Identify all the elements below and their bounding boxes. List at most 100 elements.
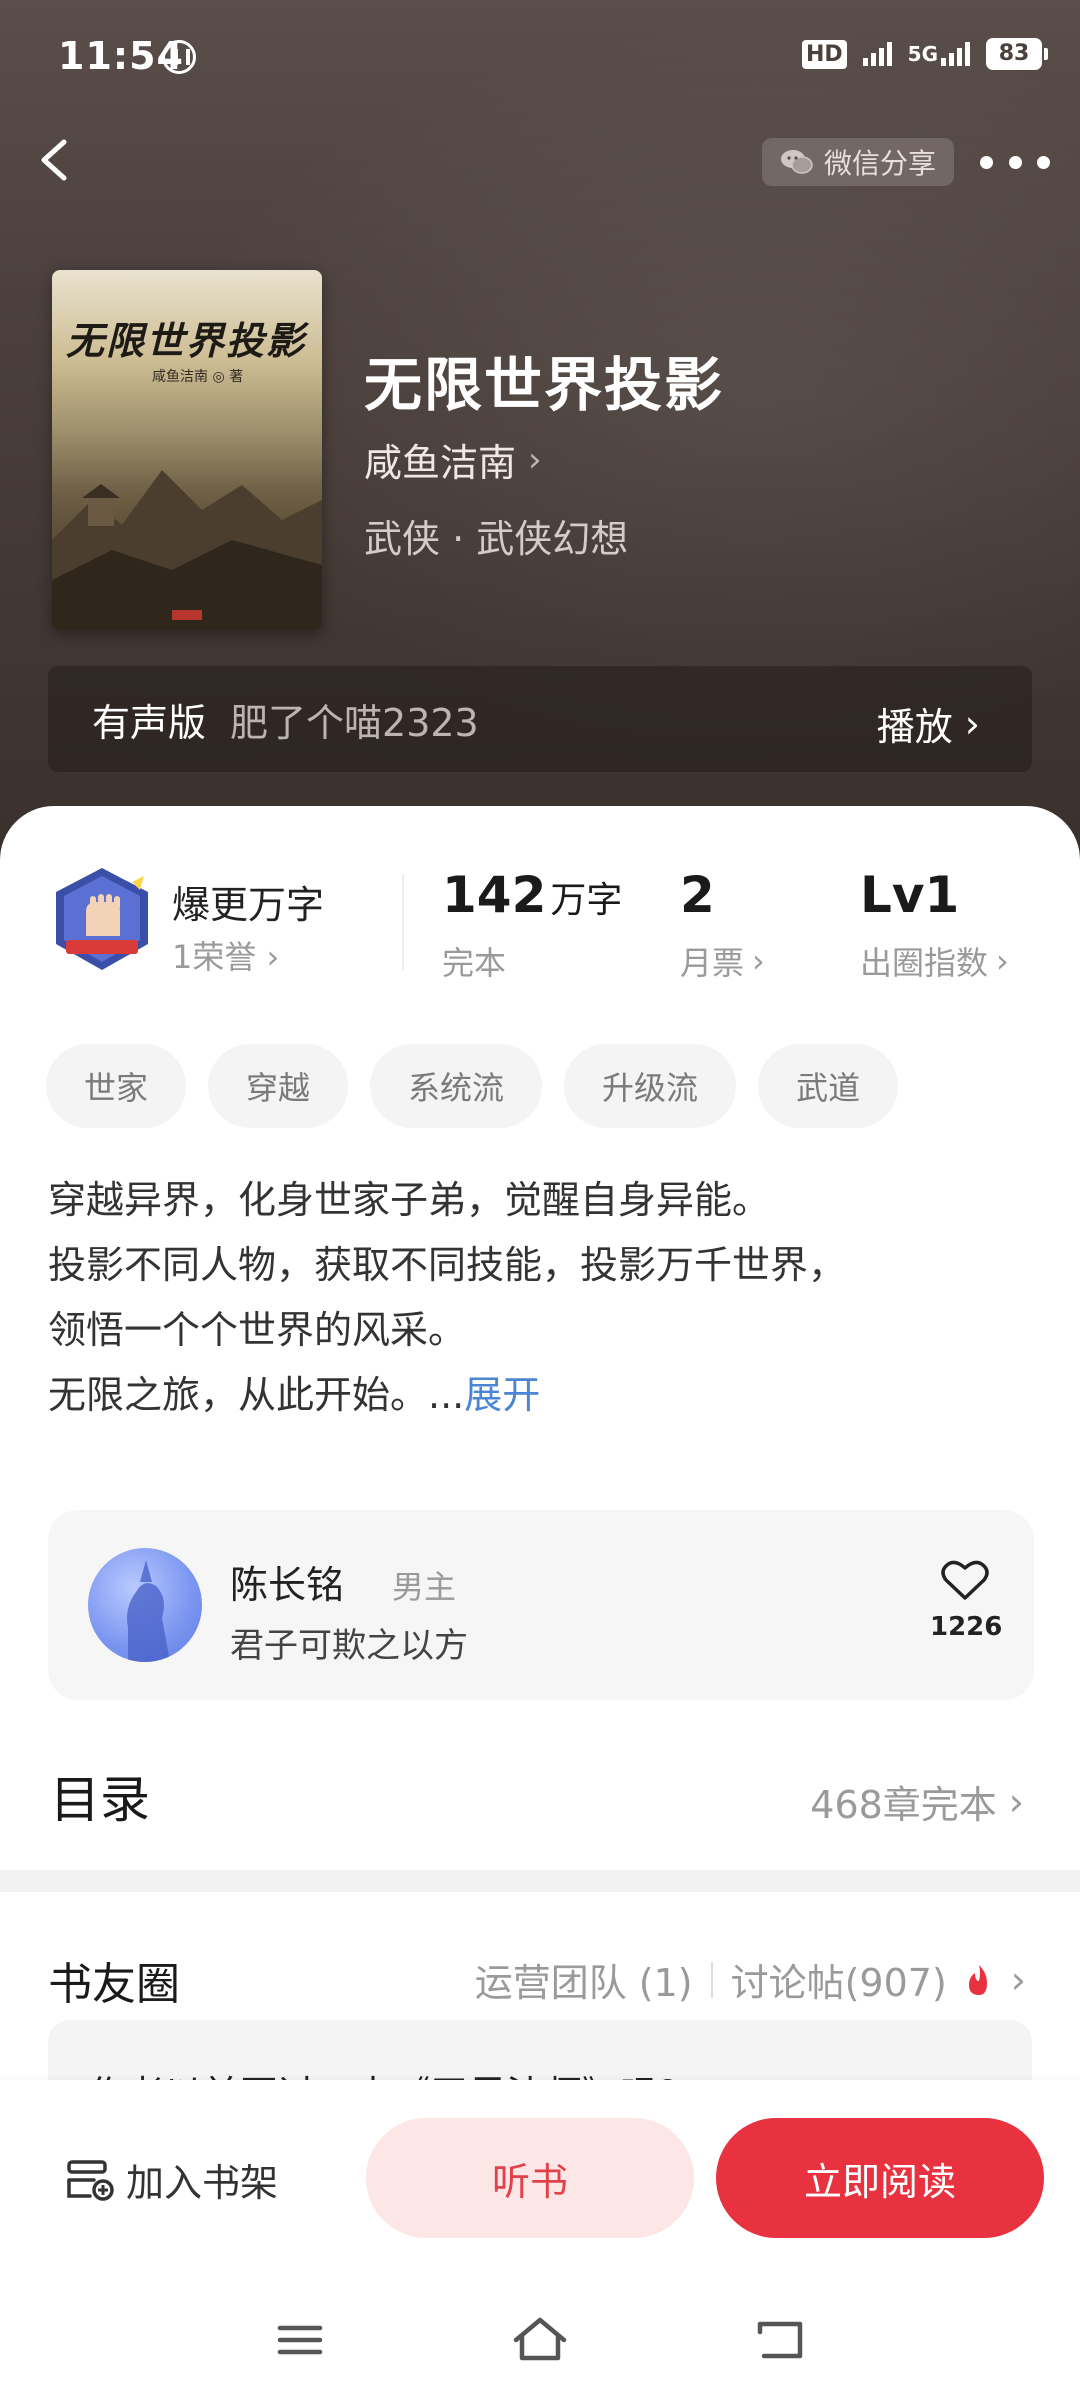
play-button[interactable]: 播放 ›	[877, 696, 980, 751]
listen-button[interactable]: 听书	[366, 2118, 694, 2238]
chapter-count: 468章完本	[810, 1783, 997, 1827]
like-count: 1226	[930, 1612, 1003, 1642]
honor-count-link[interactable]: 1荣誉 ›	[172, 932, 279, 978]
audiobook-label: 有声版	[92, 700, 207, 745]
character-role: 男主	[392, 1568, 457, 1606]
battery-icon: 83	[986, 38, 1048, 70]
popularity-index-value: Lv1	[860, 866, 960, 924]
honor-title[interactable]: 爆更万字	[172, 874, 324, 929]
popularity-index-stat[interactable]: Lv1 出圈指数 ›	[860, 866, 1009, 984]
wechat-share-button[interactable]: 微信分享	[762, 138, 955, 186]
heart-icon	[941, 1560, 989, 1600]
chevron-right-icon: ›	[752, 942, 765, 980]
word-count-value: 142	[442, 866, 547, 924]
tag-chip[interactable]: 升级流	[564, 1044, 737, 1128]
chevron-left-icon	[41, 139, 67, 181]
honor-badge-icon[interactable]	[52, 866, 152, 972]
wechat-icon	[781, 150, 813, 174]
stats-row: 爆更万字 1荣誉 › 142 万字 完本 2 月票 › Lv1 出圈指数 ›	[0, 852, 1080, 982]
bookshelf-add-icon	[67, 2159, 114, 2201]
home-icon[interactable]	[510, 2312, 570, 2368]
menu-icon[interactable]	[270, 2312, 330, 2368]
synopsis-line: 无限之旅，从此开始。...	[48, 1373, 465, 1417]
wechat-share-label: 微信分享	[824, 147, 937, 180]
status-indicators: HD 5G 83	[801, 38, 1048, 70]
tag-chip[interactable]: 武道	[758, 1044, 899, 1128]
status-sim-icon	[162, 40, 196, 74]
hd-icon: HD	[801, 39, 847, 69]
cover-landscape-art	[52, 470, 322, 630]
book-circle-title: 书友圈	[48, 1959, 180, 2010]
ops-team-link[interactable]: 运营团队 (1)	[475, 1952, 693, 2007]
add-to-shelf-label: 加入书架	[126, 2161, 279, 2205]
synopsis-line: 领悟一个个世界的风采。	[48, 1308, 467, 1352]
character-name: 陈长铭	[230, 1563, 345, 1607]
synopsis-line: 投影不同人物，获取不同技能，投影万千世界，	[48, 1243, 847, 1287]
book-genre: 武侠 · 武侠幻想	[364, 517, 629, 561]
book-circle-meta[interactable]: 运营团队 (1) 讨论帖(907) ›	[475, 1952, 1026, 2007]
toc-info: 468章完本 ›	[810, 1774, 1024, 1829]
more-dot-icon	[980, 155, 993, 169]
word-count-unit: 万字	[550, 880, 623, 921]
divider	[710, 1961, 713, 1998]
book-circle-section: 书友圈 运营团队 (1) 讨论帖(907) › 作者以前写过一本《无尽法师》吗？	[0, 1892, 1080, 2110]
monthly-ticket-value: 2	[680, 866, 715, 924]
monthly-ticket-stat[interactable]: 2 月票 ›	[680, 866, 765, 984]
back-nav-icon[interactable]	[750, 2312, 810, 2368]
status-bar: 11:54 HD 5G 83	[0, 0, 1080, 110]
character-card[interactable]: 陈长铭 男主 君子可欺之以方 1226	[48, 1510, 1034, 1700]
audiobook-narrator: 肥了个喵2323	[230, 700, 479, 745]
bottom-action-bar: 加入书架 听书 立即阅读	[0, 2080, 1080, 2280]
popularity-index-label-row: 出圈指数 ›	[860, 938, 1009, 984]
synopsis[interactable]: 穿越异界，化身世家子弟，觉醒自身异能。 投影不同人物，获取不同技能，投影万千世界…	[48, 1168, 1038, 1428]
book-title: 无限世界投影	[364, 351, 725, 419]
system-navigation-bar	[0, 2280, 1080, 2400]
more-dot-icon	[1037, 155, 1050, 169]
monthly-ticket-label: 月票	[680, 944, 745, 982]
tag-list: 世家 穿越 系统流 升级流 武道	[46, 1044, 899, 1128]
more-dot-icon	[1008, 155, 1022, 169]
section-separator	[0, 1870, 1080, 1892]
tag-chip[interactable]: 系统流	[370, 1044, 543, 1128]
expand-link[interactable]: 展开	[464, 1373, 540, 1417]
signal-icon	[862, 42, 892, 66]
honor-count: 1荣誉	[172, 938, 257, 976]
5g-signal-icon: 5G	[908, 42, 970, 66]
audiobook-bar[interactable]: 有声版 肥了个喵2323 播放 ›	[48, 666, 1032, 772]
author-link[interactable]: 咸鱼洁南 ›	[364, 432, 542, 487]
monthly-ticket-label-row: 月票 ›	[680, 938, 765, 984]
author-name: 咸鱼洁南	[364, 441, 517, 485]
popularity-index-label: 出圈指数	[860, 944, 989, 982]
chevron-right-icon: ›	[528, 439, 542, 480]
book-cover[interactable]: 无限世界投影 咸鱼洁南 ◎ 著	[52, 270, 322, 630]
fire-icon	[968, 1964, 987, 1995]
discussion-count-link[interactable]: 讨论帖(907)	[731, 1952, 947, 2007]
table-of-contents-row[interactable]: 目录 468章完本 ›	[0, 1730, 1080, 1860]
more-options-button[interactable]	[980, 142, 1050, 182]
chevron-right-icon: ›	[996, 942, 1009, 980]
toc-title: 目录	[50, 1771, 150, 1829]
read-now-button[interactable]: 立即阅读	[716, 2118, 1044, 2238]
play-label: 播放	[876, 705, 953, 749]
character-silhouette-icon	[127, 1560, 170, 1662]
chevron-right-icon: ›	[1010, 1957, 1026, 2002]
word-count-label: 完本	[442, 944, 507, 982]
back-button[interactable]	[28, 128, 88, 192]
character-avatar	[88, 1548, 202, 1662]
character-like-button[interactable]: 1226	[930, 1558, 1003, 1642]
chevron-right-icon: ›	[266, 938, 280, 976]
word-count-stat: 142 万字 完本	[442, 866, 622, 984]
synopsis-line-last: 无限之旅，从此开始。...展开	[48, 1363, 1038, 1428]
cover-author: 咸鱼洁南 ◎ 著	[152, 369, 244, 385]
add-to-shelf-button[interactable]: 加入书架	[66, 2152, 278, 2207]
tag-chip[interactable]: 世家	[46, 1044, 187, 1128]
chevron-right-icon: ›	[964, 701, 980, 746]
chevron-right-icon: ›	[1008, 1779, 1024, 1824]
network-label: 5G	[907, 42, 938, 66]
tag-chip[interactable]: 穿越	[208, 1044, 349, 1128]
character-quote: 君子可欺之以方	[230, 1626, 468, 1666]
book-detail-card: 爆更万字 1荣誉 › 142 万字 完本 2 月票 › Lv1 出圈指数 › 世家…	[0, 806, 1080, 1878]
synopsis-line: 穿越异界，化身世家子弟，觉醒自身异能。	[48, 1178, 771, 1222]
cover-title: 无限世界投影	[66, 318, 307, 363]
divider	[402, 874, 404, 970]
